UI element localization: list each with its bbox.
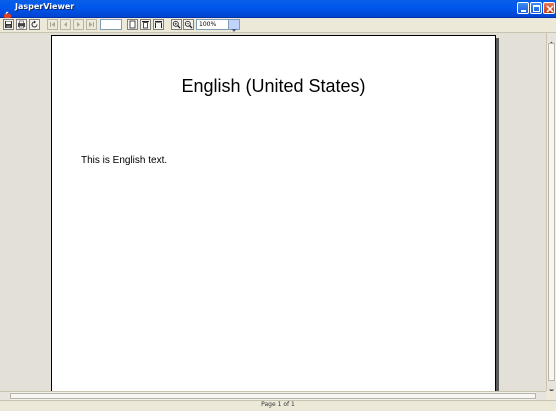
report-title: English (United States) (181, 76, 366, 96)
maximize-button[interactable] (530, 2, 542, 14)
zoom-select[interactable]: 100% (196, 19, 240, 32)
fit-page-icon (142, 21, 149, 29)
page-status-label: Page 1 of 1 (261, 401, 295, 408)
page-number-input[interactable] (100, 19, 122, 30)
scroll-corner (546, 391, 556, 400)
previous-page-button[interactable] (60, 19, 71, 30)
fit-width-button[interactable] (153, 19, 164, 30)
actual-size-button[interactable] (127, 19, 138, 30)
scroll-right-button[interactable] (536, 392, 546, 406)
save-button[interactable] (3, 19, 14, 30)
maximize-icon (533, 5, 540, 12)
zoom-out-icon (184, 20, 193, 29)
last-page-icon (89, 22, 94, 27)
horizontal-scrollbar[interactable] (0, 391, 546, 406)
zoom-value: 100% (199, 21, 217, 28)
java-app-icon (3, 4, 12, 19)
actual-size-icon (129, 20, 136, 29)
minimize-button[interactable] (517, 2, 529, 14)
horizontal-scroll-thumb[interactable] (10, 393, 536, 399)
print-button[interactable] (16, 19, 27, 30)
fit-width-icon (155, 21, 162, 28)
zoom-in-icon (172, 20, 181, 29)
previous-page-icon (64, 22, 67, 27)
first-page-button[interactable] (47, 19, 58, 30)
toolbar: 100% (0, 18, 556, 33)
title-bar[interactable]: JasperViewer (0, 0, 556, 19)
close-button[interactable] (543, 2, 555, 14)
zoom-dropdown-button[interactable] (228, 20, 239, 32)
scroll-up-button[interactable] (547, 33, 556, 45)
report-body-text: This is English text. (81, 155, 168, 166)
scroll-down-button[interactable] (547, 381, 556, 393)
report-viewport[interactable]: English (United States) This is English … (0, 33, 546, 391)
vertical-scroll-thumb[interactable] (548, 43, 555, 381)
close-icon (546, 5, 554, 13)
window-title: JasperViewer (15, 2, 75, 11)
status-bar: Page 1 of 1 (0, 400, 556, 409)
last-page-button[interactable] (86, 19, 97, 30)
minimize-icon (521, 10, 526, 12)
next-page-button[interactable] (73, 19, 84, 30)
save-icon (5, 21, 12, 28)
scroll-left-button[interactable] (0, 392, 10, 406)
next-page-icon (77, 22, 80, 27)
vertical-scrollbar[interactable] (546, 33, 556, 393)
reload-icon (31, 20, 38, 28)
first-page-icon (50, 22, 55, 27)
reload-button[interactable] (29, 19, 40, 30)
zoom-out-button[interactable] (183, 19, 194, 30)
report-page: English (United States) This is English … (51, 35, 496, 391)
print-icon (18, 20, 25, 29)
fit-page-button[interactable] (140, 19, 151, 30)
zoom-in-button[interactable] (171, 19, 182, 30)
